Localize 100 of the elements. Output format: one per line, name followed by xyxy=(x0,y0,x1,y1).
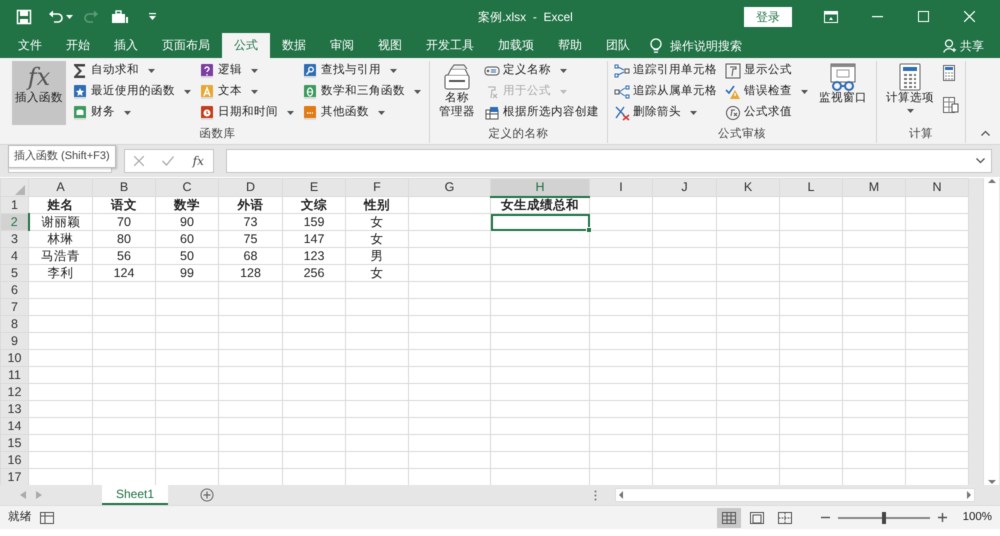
row-header[interactable]: 16 xyxy=(0,452,28,468)
selected-cell[interactable] xyxy=(490,214,590,230)
ribbon-tab[interactable]: 团队 xyxy=(594,33,642,58)
calculation-options-button[interactable]: 计算选项 xyxy=(883,61,937,125)
column-header[interactable]: N xyxy=(906,178,968,196)
column-header[interactable]: B xyxy=(92,178,156,196)
row-header[interactable]: 4 xyxy=(0,248,28,264)
column-header[interactable]: I xyxy=(590,178,652,196)
ribbon-button[interactable]: 显示公式 xyxy=(725,61,810,81)
ribbon-button[interactable]: 定义名称 xyxy=(484,61,601,81)
row-header[interactable]: 10 xyxy=(0,350,28,366)
insert-function-button[interactable]: fx xyxy=(192,152,204,170)
ribbon-button[interactable]: 错误检查 xyxy=(725,82,810,102)
zoom-level[interactable]: 100% xyxy=(962,508,992,526)
row-header[interactable]: 2 xyxy=(0,214,28,230)
undo-icon[interactable] xyxy=(48,8,64,24)
ribbon-button[interactable]: 其他函数 xyxy=(302,103,423,123)
column-header[interactable]: C xyxy=(156,178,218,196)
scroll-left-icon[interactable] xyxy=(618,491,623,499)
maximize-icon[interactable] xyxy=(918,11,928,22)
row-header[interactable]: 17 xyxy=(0,468,28,486)
ribbon-button[interactable]: 最近使用的函数 xyxy=(72,82,193,102)
expand-icon[interactable] xyxy=(976,158,985,164)
ribbon-button[interactable]: 监视窗口 xyxy=(816,61,870,125)
sheet-tab[interactable]: Sheet1 xyxy=(102,485,168,505)
column-header[interactable]: E xyxy=(282,178,346,196)
ribbon-button[interactable]: 财务 xyxy=(72,103,193,123)
scroll-right-icon[interactable] xyxy=(967,491,972,499)
ribbon-button[interactable]: 删除箭头 xyxy=(614,103,719,123)
column-header[interactable]: F xyxy=(346,178,408,196)
ribbon-tab[interactable]: 文件 xyxy=(6,33,54,58)
column-header[interactable]: G xyxy=(408,178,490,196)
lightbulb-icon[interactable] xyxy=(650,38,662,54)
ribbon-button[interactable]: 追踪从属单元格 xyxy=(614,82,719,102)
ribbon-tab[interactable]: 开始 xyxy=(54,33,102,58)
insert-function-button[interactable]: fx 插入函数 xyxy=(12,61,66,125)
close-icon[interactable] xyxy=(964,11,974,22)
row-header[interactable]: 11 xyxy=(0,366,28,384)
horizontal-scrollbar[interactable] xyxy=(615,488,975,502)
splitter-icon[interactable] xyxy=(594,490,597,500)
row-header[interactable]: 15 xyxy=(0,434,28,452)
row-header[interactable]: 7 xyxy=(0,298,28,316)
ribbon-button[interactable]: 根据所选内容创建 xyxy=(484,103,601,123)
row-header[interactable]: 8 xyxy=(0,316,28,332)
ribbon-button[interactable]: 逻辑 xyxy=(199,61,296,81)
ribbon-tab[interactable]: 帮助 xyxy=(546,33,594,58)
ribbon-tab[interactable]: 数据 xyxy=(270,33,318,58)
macro-record-icon[interactable] xyxy=(40,512,54,524)
person-icon[interactable] xyxy=(943,38,956,52)
ribbon-tab[interactable]: 页面布局 xyxy=(150,33,222,58)
table-cell: 李利 xyxy=(28,264,92,282)
ribbon-button[interactable]: 查找与引用 xyxy=(302,61,423,81)
ribbon-tab[interactable]: 开发工具 xyxy=(414,33,486,58)
customize-icon[interactable] xyxy=(149,12,157,20)
briefcase-icon[interactable] xyxy=(111,8,129,24)
ribbon-tab[interactable]: 视图 xyxy=(366,33,414,58)
column-header[interactable]: J xyxy=(652,178,716,196)
sheet-calc-icon[interactable] xyxy=(943,97,959,113)
ribbon-button[interactable]: 公式求值 xyxy=(725,103,810,123)
row-header[interactable]: 14 xyxy=(0,418,28,434)
ribbon-button[interactable]: 自动求和 xyxy=(72,61,193,81)
tell-me-search[interactable]: 操作说明搜索 xyxy=(670,36,742,54)
row-header[interactable]: 13 xyxy=(0,400,28,418)
ribbon-tab[interactable]: 加载项 xyxy=(486,33,546,58)
save-icon[interactable] xyxy=(16,8,32,24)
sum-icon xyxy=(72,63,88,79)
add-sheet-icon[interactable] xyxy=(200,488,214,502)
vertical-scrollbar[interactable] xyxy=(983,178,999,485)
column-header[interactable]: A xyxy=(28,178,92,196)
row-header[interactable]: 12 xyxy=(0,384,28,400)
column-header[interactable]: L xyxy=(780,178,842,196)
column-header[interactable]: D xyxy=(218,178,282,196)
column-header[interactable]: H xyxy=(490,178,590,196)
row-header[interactable]: 5 xyxy=(0,264,28,282)
ribbon-button[interactable]: 日期和时间 xyxy=(199,103,296,123)
row-header[interactable]: 1 xyxy=(0,196,28,214)
dots-book-icon xyxy=(302,105,318,121)
ribbon-button[interactable]: 名称 管理器 xyxy=(436,61,478,125)
ribbon-display-icon[interactable] xyxy=(824,10,838,22)
ribbon-button[interactable]: 追踪引用单元格 xyxy=(614,61,719,81)
row-header[interactable]: 6 xyxy=(0,282,28,298)
fill-handle[interactable] xyxy=(586,227,592,233)
login-button[interactable]: 登录 xyxy=(744,6,792,26)
column-header[interactable]: K xyxy=(716,178,780,196)
collapse-ribbon-icon[interactable] xyxy=(981,130,990,136)
slider-thumb[interactable] xyxy=(882,512,886,524)
ribbon-tab[interactable]: 审阅 xyxy=(318,33,366,58)
calculator-icon[interactable] xyxy=(943,65,955,81)
column-header[interactable]: M xyxy=(842,178,906,196)
view-button[interactable] xyxy=(716,508,741,528)
ribbon-tab[interactable]: 插入 xyxy=(102,33,150,58)
row-header[interactable]: 9 xyxy=(0,332,28,350)
row-header[interactable]: 3 xyxy=(0,230,28,248)
zoom-in-icon[interactable] xyxy=(938,513,947,522)
share-button[interactable]: 共享 xyxy=(960,36,984,54)
ribbon-button[interactable]: 数学和三角函数 xyxy=(302,82,423,102)
ribbon-button[interactable]: 文本 xyxy=(199,82,296,102)
formula-input[interactable] xyxy=(226,149,992,173)
ribbon-tab[interactable]: 公式 xyxy=(222,33,270,58)
page-layout-icon xyxy=(750,512,764,524)
